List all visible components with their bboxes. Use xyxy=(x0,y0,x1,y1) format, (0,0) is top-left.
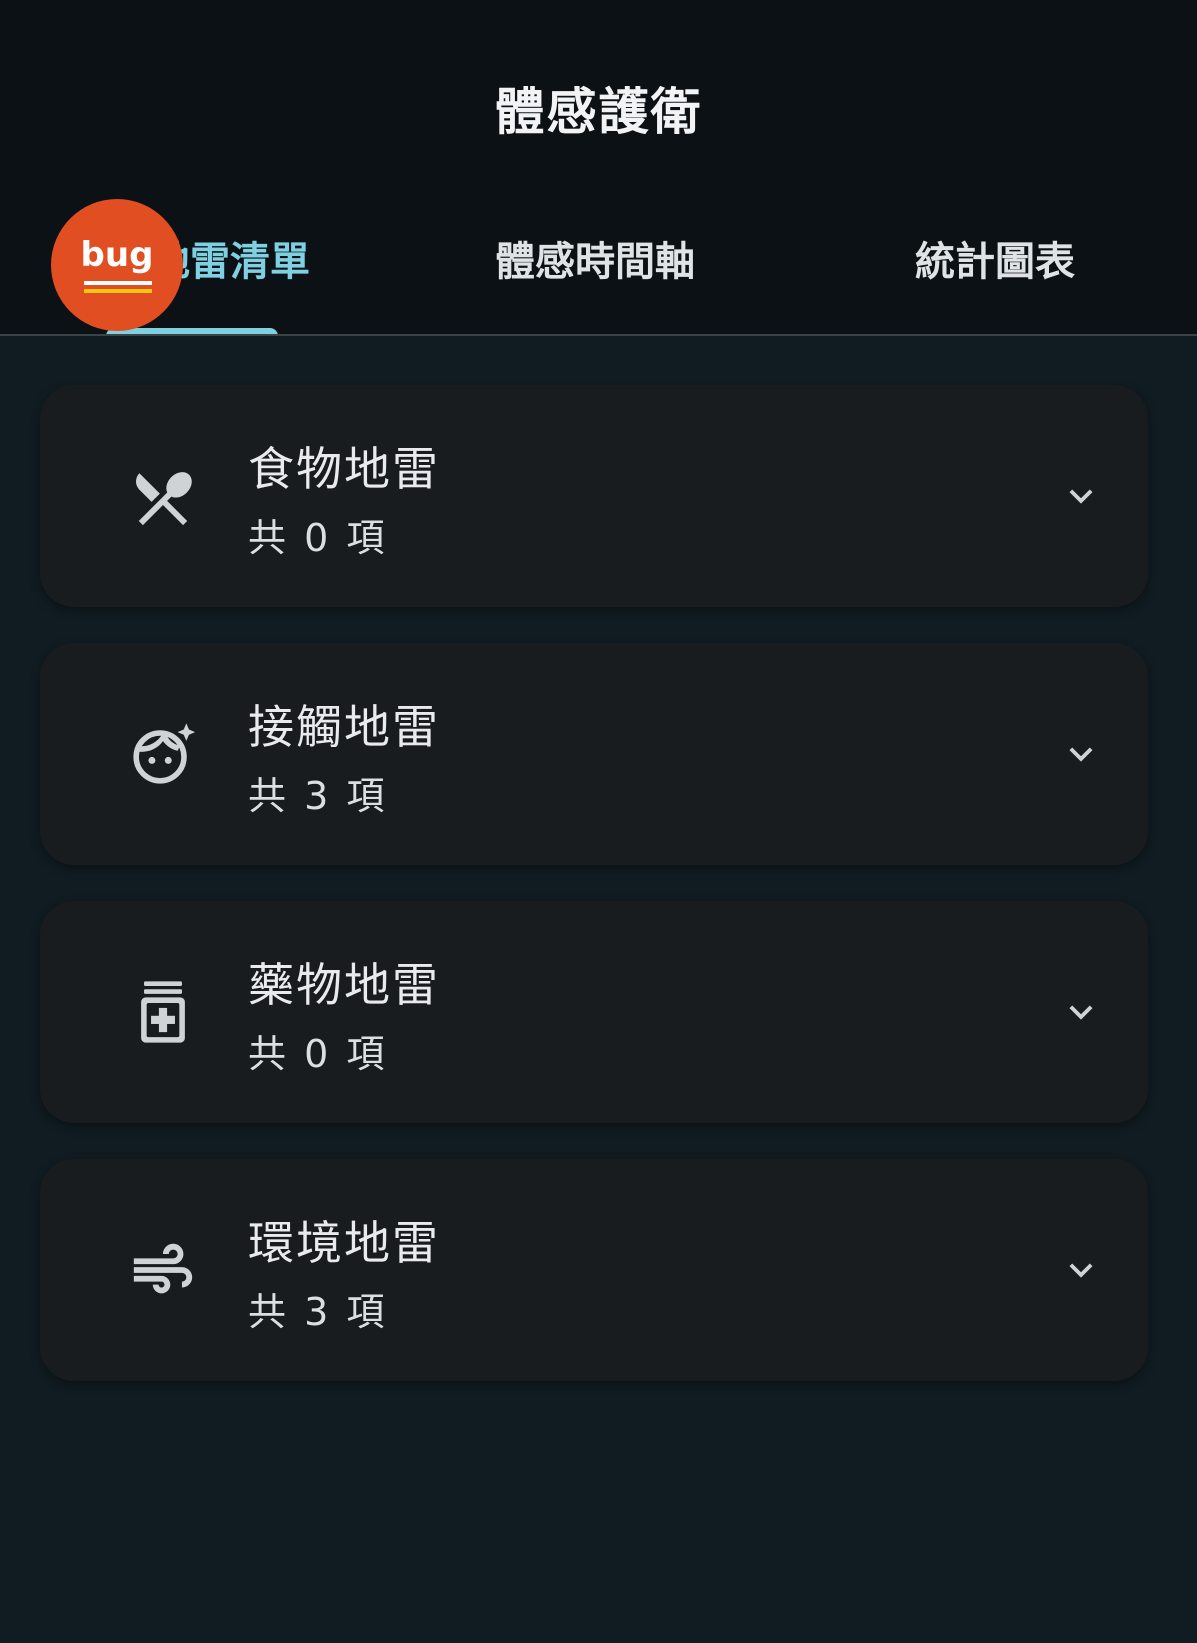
chevron-down-icon[interactable] xyxy=(1058,1247,1104,1293)
bug-underline-white xyxy=(84,281,152,285)
face-icon xyxy=(128,719,198,789)
debug-badge-button[interactable]: bug xyxy=(51,199,183,331)
tab-divider xyxy=(0,334,1197,336)
category-card-contact[interactable]: 接觸地雷 共 3 項 xyxy=(40,643,1148,865)
air-icon xyxy=(128,1235,198,1305)
category-count: 共 0 項 xyxy=(248,1032,388,1076)
category-title: 食物地雷 xyxy=(248,442,440,496)
chevron-down-icon[interactable] xyxy=(1058,989,1104,1035)
category-title: 環境地雷 xyxy=(248,1216,440,1270)
tab-statistics[interactable]: 統計圖表 xyxy=(830,220,1160,320)
chevron-down-icon[interactable] xyxy=(1058,731,1104,777)
category-title: 藥物地雷 xyxy=(248,958,440,1012)
category-count: 共 0 項 xyxy=(248,516,388,560)
category-card-food[interactable]: 食物地雷 共 0 項 xyxy=(40,385,1148,607)
category-card-medication[interactable]: 藥物地雷 共 0 項 xyxy=(40,901,1148,1123)
category-count: 共 3 項 xyxy=(248,774,388,818)
bug-underline-yellow xyxy=(84,289,152,293)
tab-timeline[interactable]: 體感時間軸 xyxy=(430,220,760,320)
category-title: 接觸地雷 xyxy=(248,700,440,754)
restaurant-icon xyxy=(128,463,198,533)
app-title: 體感護衛 xyxy=(494,83,703,141)
medication-icon xyxy=(128,977,198,1047)
chevron-down-icon[interactable] xyxy=(1058,473,1104,519)
category-count: 共 3 項 xyxy=(248,1290,388,1334)
category-card-environment[interactable]: 環境地雷 共 3 項 xyxy=(40,1159,1148,1381)
debug-badge-label: bug xyxy=(80,235,154,275)
